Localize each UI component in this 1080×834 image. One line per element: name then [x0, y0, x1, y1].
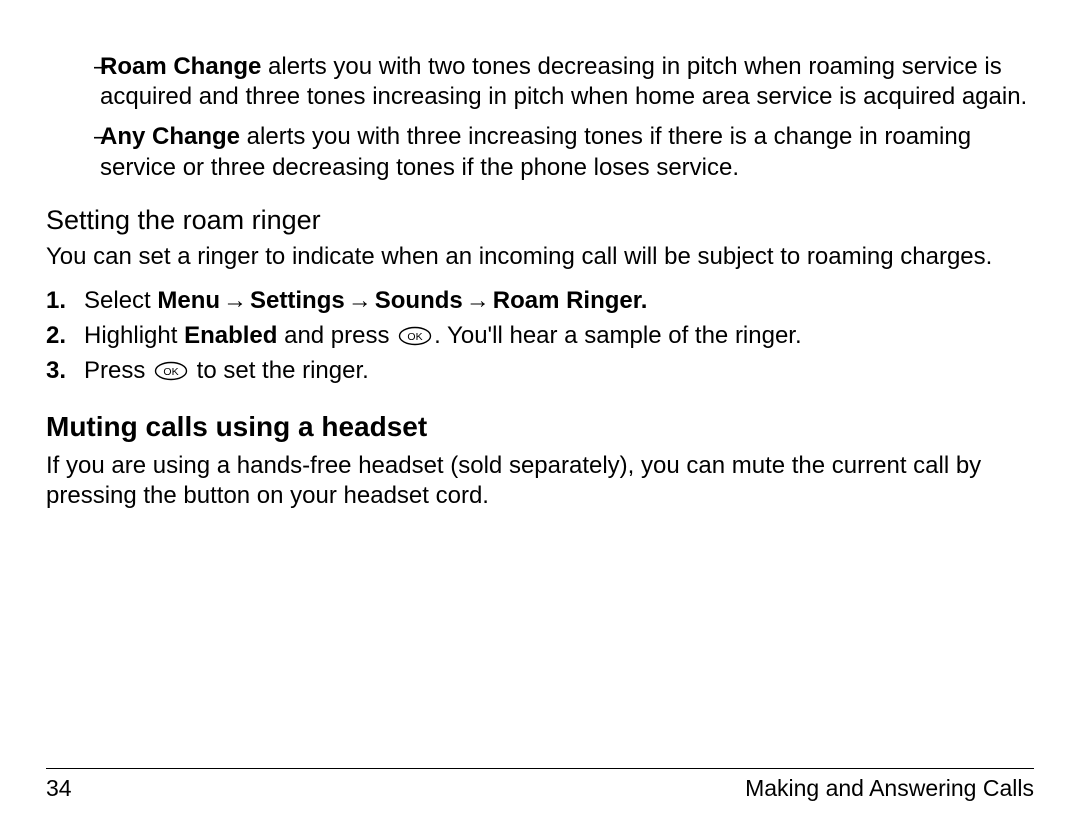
step-1: 1. Select Menu→Settings→Sounds→Roam Ring…	[46, 284, 1034, 319]
ok-button-icon: OK	[154, 361, 188, 381]
step-text: Select	[84, 287, 157, 314]
chapter-title: Making and Answering Calls	[745, 775, 1034, 802]
menu-path-item: Roam Ringer.	[493, 287, 648, 314]
numbered-steps: 1. Select Menu→Settings→Sounds→Roam Ring…	[46, 284, 1034, 388]
section-heading: Muting calls using a headset	[46, 411, 1034, 443]
footer-rule	[46, 768, 1034, 769]
step-body: Press OK to set the ringer.	[84, 354, 1034, 389]
paragraph-roam-ringer: You can set a ringer to indicate when an…	[46, 242, 1034, 272]
step-body: Highlight Enabled and press OK . You'll …	[84, 319, 1034, 354]
page-footer: 34 Making and Answering Calls	[46, 768, 1034, 802]
list-item-body: Roam Change alerts you with two tones de…	[100, 52, 1034, 112]
arrow-icon: →	[223, 287, 247, 314]
dash-icon: –	[46, 52, 100, 112]
step-3: 3. Press OK to set the ringer.	[46, 354, 1034, 389]
step-number: 1.	[46, 284, 84, 319]
step-text: to set the ringer.	[190, 357, 369, 384]
ok-button-icon: OK	[398, 326, 432, 346]
list-item-lead: Any Change	[100, 123, 240, 150]
page-number: 34	[46, 775, 72, 802]
step-body: Select Menu→Settings→Sounds→Roam Ringer.	[84, 284, 1034, 319]
step-text: Press	[84, 357, 152, 384]
sub-bullet-list: – Roam Change alerts you with two tones …	[46, 52, 1034, 183]
svg-text:OK: OK	[408, 331, 423, 343]
step-number: 2.	[46, 319, 84, 354]
step-text: and press	[277, 322, 396, 349]
subheading: Setting the roam ringer	[46, 205, 1034, 236]
step-bold: Enabled	[184, 322, 277, 349]
step-number: 3.	[46, 354, 84, 389]
menu-path-item: Sounds	[375, 287, 463, 314]
list-item: – Roam Change alerts you with two tones …	[46, 52, 1034, 112]
step-text: . You'll hear a sample of the ringer.	[434, 322, 802, 349]
arrow-icon: →	[466, 287, 490, 314]
list-item-lead: Roam Change	[100, 53, 261, 80]
step-text: Highlight	[84, 322, 184, 349]
document-page: – Roam Change alerts you with two tones …	[0, 0, 1080, 834]
paragraph-headset: If you are using a hands-free headset (s…	[46, 451, 1034, 511]
menu-path-item: Menu	[157, 287, 220, 314]
arrow-icon: →	[348, 287, 372, 314]
menu-path-item: Settings	[250, 287, 345, 314]
step-2: 2. Highlight Enabled and press OK . You'…	[46, 319, 1034, 354]
list-item: – Any Change alerts you with three incre…	[46, 122, 1034, 182]
dash-icon: –	[46, 122, 100, 182]
svg-text:OK: OK	[163, 366, 178, 378]
list-item-body: Any Change alerts you with three increas…	[100, 122, 1034, 182]
